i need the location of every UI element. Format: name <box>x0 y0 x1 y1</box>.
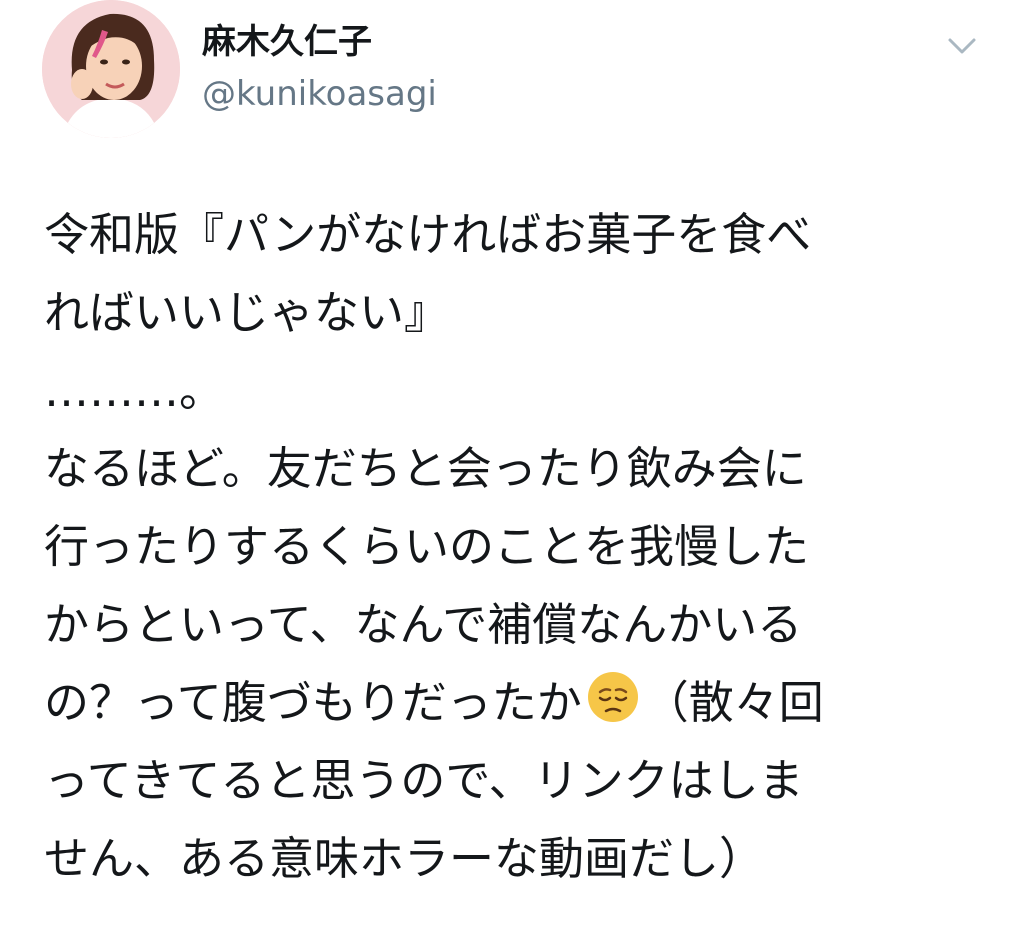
author-handle[interactable]: @kunikoasagi <box>202 72 437 116</box>
tweet-line: 行ったりするくらいのことを我慢した <box>44 520 810 573</box>
tweet-line: なるほど。友だちと会ったり飲み会に <box>44 442 807 495</box>
tweet-line: からといって、なんで補償なんかいる <box>44 598 803 651</box>
tweet-line: ………。 <box>44 364 225 417</box>
chevron-down-icon[interactable] <box>942 26 982 66</box>
tweet-line-part: （散々回 <box>643 676 824 729</box>
tweet-line: 令和版『パンがなければお菓子を食べ <box>44 208 812 261</box>
pensive-face-emoji <box>586 670 640 724</box>
tweet-line: ってきてると思うので、リンクはしま <box>44 754 804 807</box>
avatar-illustration <box>42 0 180 138</box>
author-display-name[interactable]: 麻木久仁子 <box>202 20 372 64</box>
tweet-text: 令和版『パンがなければお菓子を食べ ればいいじゃない』 ………。 なるほど。友だ… <box>44 196 984 898</box>
tweet-line: ればいいじゃない』 <box>44 286 450 339</box>
tweet-line-with-emoji: の？って腹づもりだったか （散々回 <box>44 664 984 742</box>
tweet-line: せん、ある意味ホラーな動画だし） <box>44 832 765 885</box>
tweet-line-part: の？って腹づもりだったか <box>44 676 582 729</box>
tweet-card: 麻木久仁子 @kunikoasagi 令和版『パンがなければお菓子を食べ ればい… <box>0 0 1024 932</box>
profile-avatar[interactable] <box>42 0 180 138</box>
